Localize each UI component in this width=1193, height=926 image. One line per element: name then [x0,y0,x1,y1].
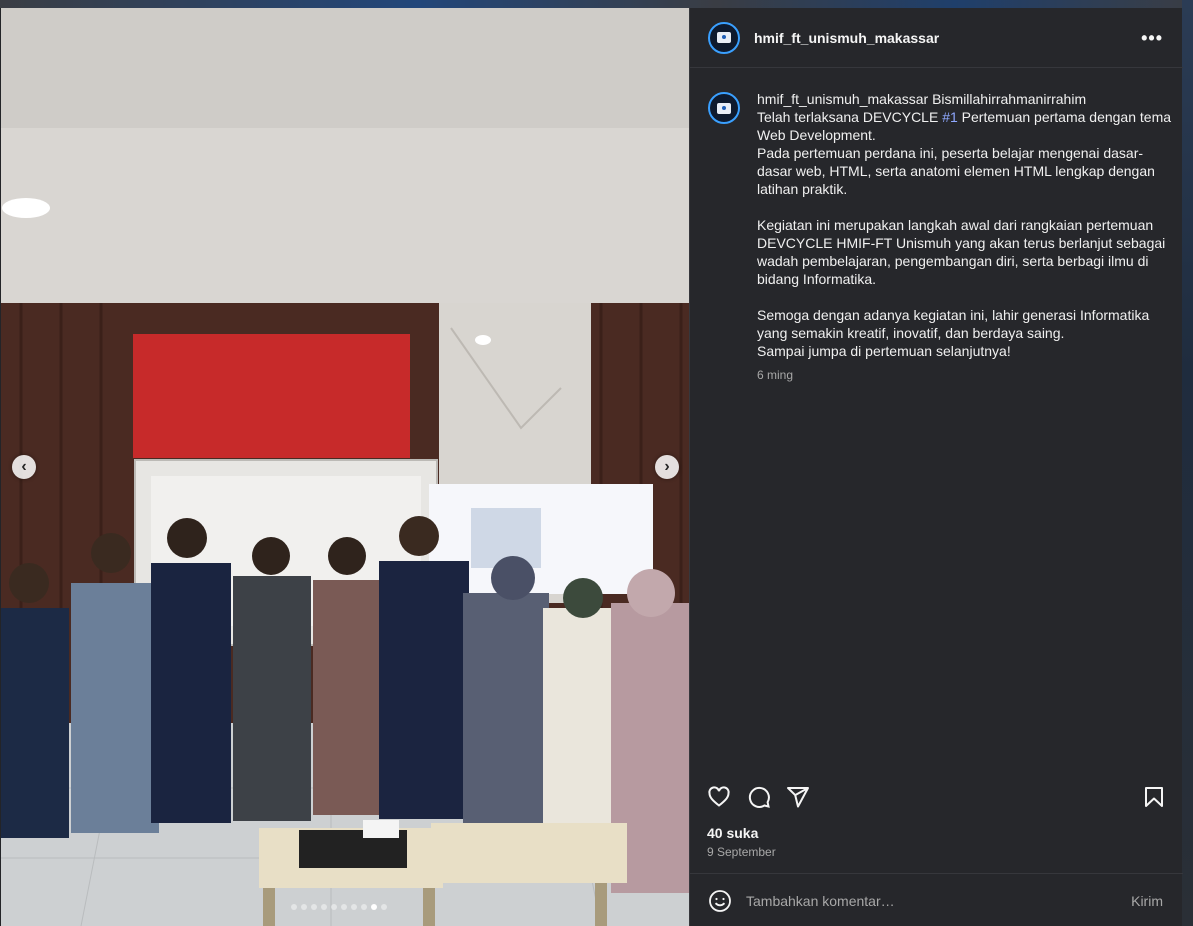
carousel-dot [381,904,387,910]
logo-icon [717,32,731,43]
carousel-next-button[interactable]: › [655,455,679,479]
caption-text: hmif_ft_unismuh_makassar Bismillahirrahm… [757,90,1177,384]
caption-hashtag[interactable]: #1 [942,109,958,125]
more-horizontal-icon[interactable]: ••• [1141,28,1163,49]
post-modal: ‹ › hmif_ft_unismuh_makassar ••• hmif_ft… [1,8,1183,926]
carousel-prev-button[interactable]: ‹ [12,455,36,479]
comment-bar: Kirim [690,873,1183,926]
caption-avatar[interactable] [708,92,740,124]
bookmark-icon[interactable] [1142,785,1166,809]
caption-para3a: Semoga dengan adanya kegiatan ini, lahir… [757,307,1150,341]
header-username[interactable]: hmif_ft_unismuh_makassar [754,30,939,46]
logo-icon [717,102,731,114]
caption-para2: Kegiatan ini merupakan langkah awal dari… [757,217,1166,287]
carousel-indicator [291,904,387,910]
carousel-dot [361,904,367,910]
carousel-dot [331,904,337,910]
send-icon[interactable] [786,785,810,809]
chevron-left-icon: ‹ [21,458,27,475]
emoji-icon[interactable] [708,889,732,913]
post-date: 9 September [707,845,776,859]
post-comment-button[interactable]: Kirim [1131,893,1163,909]
caption-line2-before: Telah terlaksana DEVCYCLE [757,109,943,125]
post-header: hmif_ft_unismuh_makassar ••• [690,8,1183,68]
avatar[interactable] [708,21,740,54]
caption-para1: Pada pertemuan perdana ini, peserta bela… [757,145,1155,197]
chevron-right-icon: › [664,458,670,475]
background-strip [0,0,1193,8]
likes-count[interactable]: 40 suka [707,825,758,841]
carousel-dot [301,904,307,910]
post-photo [1,8,689,926]
carousel-dot [291,904,297,910]
comment-icon[interactable] [747,785,771,809]
caption-username[interactable]: hmif_ft_unismuh_makassar [757,91,928,107]
carousel-dot [341,904,347,910]
post-photo-pane: ‹ › [1,8,689,926]
post-actions [690,779,1183,813]
carousel-dot [371,904,377,910]
comment-input[interactable] [746,890,1126,912]
background-right-edge [1182,0,1193,926]
caption-time[interactable]: 6 ming [757,366,1177,384]
carousel-dot [311,904,317,910]
caption-para3b: Sampai jumpa di pertemuan selanjutnya! [757,343,1011,359]
post-sidebar: hmif_ft_unismuh_makassar ••• hmif_ft_uni… [689,8,1183,926]
caption-first-line: Bismillahirrahmanirrahim [928,91,1087,107]
carousel-dot [351,904,357,910]
heart-icon[interactable] [707,785,731,809]
carousel-dot [321,904,327,910]
